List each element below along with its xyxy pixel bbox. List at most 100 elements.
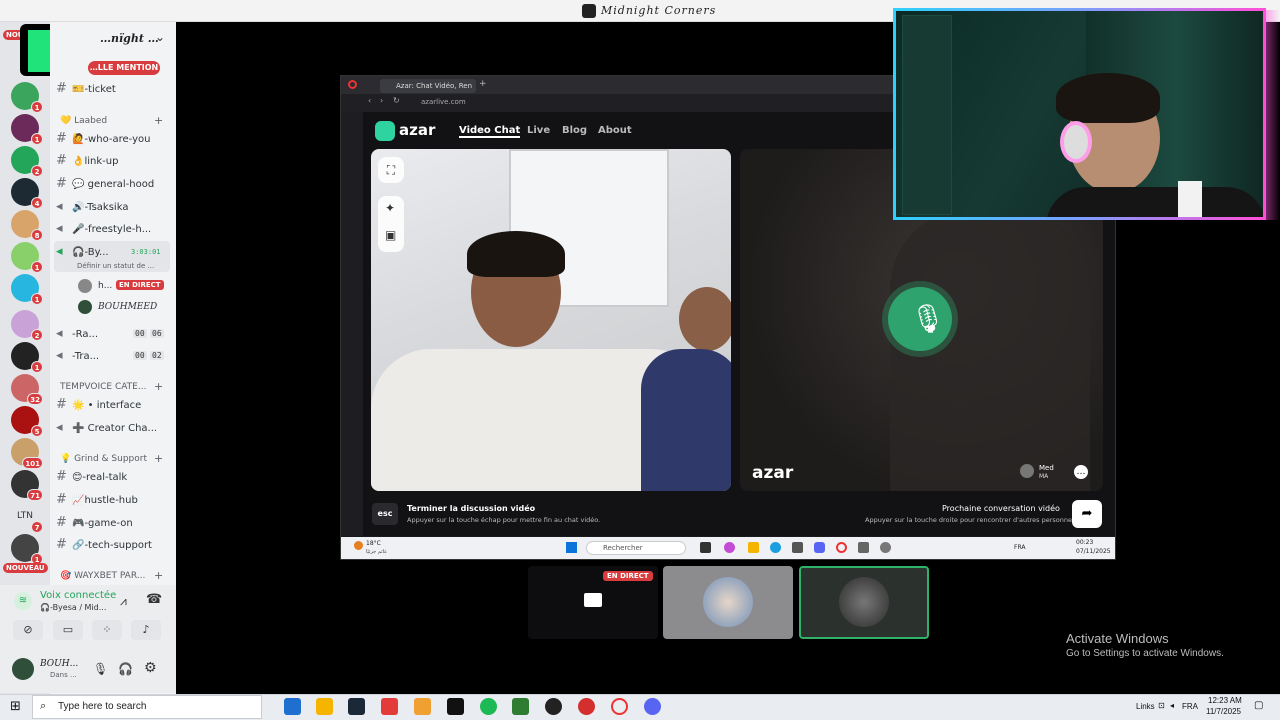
voice-user-name[interactable]: h... — [98, 281, 112, 291]
participant-tile[interactable] — [663, 566, 793, 639]
channel-hustle-hub[interactable]: # 📈hustle-hub — [56, 492, 138, 512]
server-icon[interactable]: 1 — [11, 274, 43, 305]
server-icon[interactable]: 71 — [11, 470, 43, 501]
voice-channel-byesa[interactable]: ◂ 🎧-By... — [56, 244, 109, 264]
task-view-icon[interactable] — [284, 698, 301, 715]
weather-temp[interactable]: 18°C — [366, 540, 381, 547]
server-icon[interactable]: 1 — [11, 534, 43, 565]
server-icon[interactable]: 2 — [11, 310, 43, 341]
set-status-hint[interactable]: Définir un statut de ... — [77, 262, 154, 270]
nav-blog[interactable]: Blog — [562, 125, 587, 136]
voice-channel-info[interactable]: 🎧-Byesa / Mid... — [40, 603, 106, 612]
server-icon[interactable]: 4 — [11, 178, 43, 209]
settings-gear-icon[interactable]: ⚙ — [144, 660, 157, 676]
browser-tab[interactable]: Azar: Chat Vidéo, Ren — [380, 79, 476, 93]
chevron-down-icon[interactable]: ⌄ — [155, 30, 165, 44]
opera-icon[interactable] — [611, 698, 628, 715]
server-icon[interactable]: 1 — [11, 242, 43, 273]
server-icon[interactable]: 1 — [11, 342, 43, 373]
discord-icon[interactable] — [644, 698, 661, 715]
new-tab-icon[interactable]: + — [479, 79, 487, 89]
app-icon-orange[interactable] — [414, 698, 431, 715]
channel-game-on[interactable]: # 🎮-game-on — [56, 515, 133, 535]
windows-start-icon[interactable]: ⊞ — [10, 699, 21, 714]
activities-button[interactable]: ⁘ — [92, 620, 122, 640]
participant-tile-speaking[interactable] — [799, 566, 929, 639]
url-field[interactable]: azarlive.com — [421, 98, 466, 106]
add-channel-icon[interactable]: + — [154, 569, 163, 582]
taskbar-app-icon[interactable] — [700, 542, 711, 553]
add-channel-icon[interactable]: + — [154, 380, 163, 393]
headphones-icon[interactable]: 🎧 — [118, 662, 133, 676]
user-name[interactable]: BOUH... — [40, 659, 78, 669]
disconnect-icon[interactable]: ☎ — [146, 592, 162, 607]
voice-channel-freestyle[interactable]: ◂ 🎤-freestyle-h... — [56, 221, 151, 241]
category-grind-support[interactable]: 💡 Grind & Support — [60, 454, 147, 464]
filter-icon[interactable]: ▣ — [385, 228, 396, 242]
windows-start-icon[interactable] — [566, 542, 577, 553]
voice-channel-ra[interactable]: ◂ -Ra... — [56, 326, 98, 346]
screen-share-button[interactable]: ▭ — [53, 620, 83, 640]
voice-channel-creator[interactable]: ◂ ➕ Creator Cha... — [56, 420, 157, 440]
channel-general-hood[interactable]: # 💬 general-hood — [56, 176, 154, 196]
opera-icon[interactable] — [836, 542, 847, 553]
server-icon-hash[interactable]: 1 — [11, 82, 43, 113]
sparkle-icon[interactable]: ✦ — [385, 201, 395, 215]
file-explorer-icon[interactable] — [316, 698, 333, 715]
links-toolbar[interactable]: Links — [1136, 702, 1155, 711]
voice-channel-tsaksika[interactable]: ◂ 🔊-Tsaksika — [56, 199, 128, 219]
back-icon[interactable]: ‹ — [368, 96, 371, 105]
app-icon-red[interactable] — [381, 698, 398, 715]
inner-language[interactable]: FRA — [1014, 544, 1025, 551]
voice-channel-tra[interactable]: ◂ -Tra... — [56, 348, 99, 368]
channel-ticket[interactable]: # 🎫-ticket — [56, 81, 116, 101]
server-icon[interactable]: 2 — [11, 146, 43, 177]
category-tempvoice[interactable]: TEMPVOICE CATE... — [60, 382, 146, 392]
volume-icon[interactable]: ◂ — [1170, 701, 1174, 710]
voice-user-name[interactable]: BOUHMEED — [98, 302, 157, 312]
user-avatar[interactable] — [12, 658, 34, 680]
noise-suppression-icon[interactable]: ⩘ — [120, 594, 127, 609]
category-laabed[interactable]: 💛 Laabed — [60, 116, 107, 126]
taskbar-app-icon[interactable] — [792, 542, 803, 553]
fullscreen-icon[interactable]: ⛶ — [378, 157, 404, 183]
tiktok-icon[interactable] — [447, 698, 464, 715]
channel-link-up[interactable]: # 👌link-up — [56, 153, 118, 173]
notification-icon[interactable]: ▢ — [1254, 700, 1263, 711]
nav-live[interactable]: Live — [527, 125, 550, 136]
camera-app-icon[interactable] — [858, 542, 869, 553]
discord-icon[interactable] — [814, 542, 825, 553]
app-icon-red-circle[interactable] — [578, 698, 595, 715]
esc-key-button[interactable]: esc — [372, 503, 398, 525]
channel-who-are-you[interactable]: # 🙋-who-are-you — [56, 131, 150, 151]
server-icon[interactable]: 1 — [11, 114, 43, 145]
clock-date[interactable]: 11/7/2025 — [1206, 707, 1241, 716]
add-channel-icon[interactable]: + — [154, 114, 163, 127]
taskbar-app-icon[interactable] — [724, 542, 735, 553]
channel-interface[interactable]: # 🌟 • interface — [56, 397, 141, 417]
channel-tech-support[interactable]: # 🔗-tech-support — [56, 537, 152, 557]
network-icon[interactable]: ⊡ — [1158, 701, 1165, 710]
add-channel-icon[interactable]: + — [154, 452, 163, 465]
folder-icon[interactable] — [748, 542, 759, 553]
new-mention-badge[interactable]: …LLE MENTION — [88, 61, 160, 75]
camera-off-button[interactable]: ⊘ — [13, 620, 43, 640]
server-icon[interactable]: 101 — [11, 438, 43, 469]
soundboard-button[interactable]: ♪ — [131, 620, 161, 640]
settings-icon[interactable] — [880, 542, 891, 553]
nav-about[interactable]: About — [598, 125, 632, 136]
language-indicator[interactable]: FRA — [1182, 702, 1198, 711]
edge-icon[interactable] — [770, 542, 781, 553]
reload-icon[interactable]: ↻ — [393, 96, 400, 105]
server-icon[interactable]: 8 — [11, 210, 43, 241]
nav-video-chat[interactable]: Video Chat — [459, 125, 521, 138]
category-wayxbet[interactable]: 🎯 WAYXBET PAR... — [60, 571, 145, 581]
server-icon[interactable]: 5 — [11, 406, 43, 437]
chat-bubble-icon[interactable]: … — [1074, 465, 1088, 479]
server-name[interactable]: …nïght … — [100, 32, 159, 45]
channel-real-talk[interactable]: # 😊-real-talk — [56, 469, 127, 489]
signal-icon[interactable]: ≋ — [14, 592, 32, 610]
calculator-icon[interactable] — [512, 698, 529, 715]
inner-search-box[interactable]: Rechercher — [586, 541, 686, 555]
azar-logo-icon[interactable] — [375, 121, 395, 141]
